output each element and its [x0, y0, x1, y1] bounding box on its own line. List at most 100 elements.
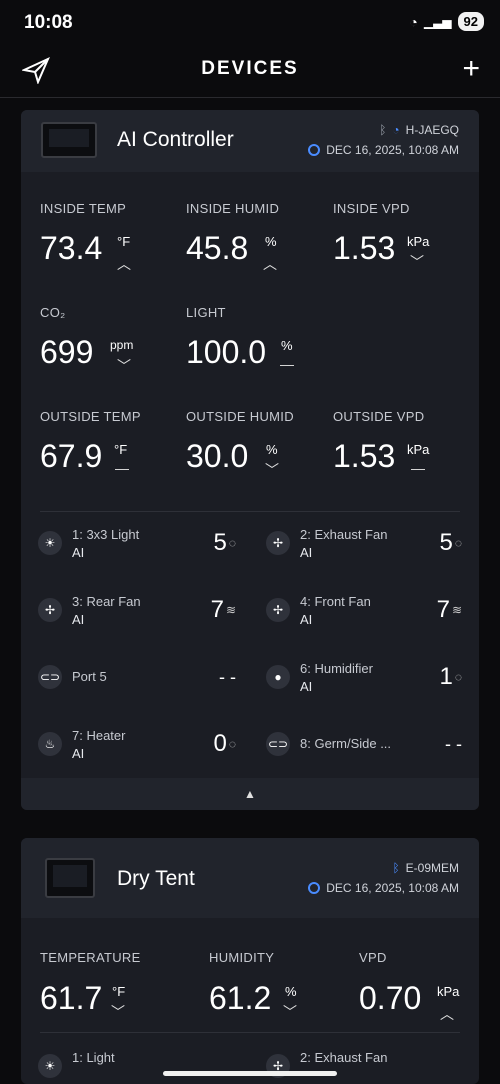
sensor-label: VPD	[359, 950, 387, 965]
status-icons: ◔ ▁▃▅ 92	[409, 12, 484, 31]
timestamp: DEC 16, 2025, 10:08 AM	[326, 881, 459, 895]
collapse-button[interactable]: ▲	[21, 778, 479, 810]
sensor-value: 61.7	[40, 980, 103, 1016]
port-row[interactable]: ✢ 2: Exhaust Fan AI 5 ◌	[266, 527, 462, 567]
sensor-unit: kPa	[407, 234, 430, 249]
page-title: DEVICES	[201, 58, 299, 79]
device-name: Dry Tent	[117, 867, 195, 890]
trend-up-icon: ︿	[117, 256, 131, 272]
level-indicator-icon: ◌	[454, 670, 462, 684]
trend-flat-icon: —	[280, 356, 294, 372]
fan-icon: ✢	[266, 598, 290, 622]
status-ring-icon	[308, 882, 321, 894]
fan-icon: ✢	[266, 531, 290, 555]
trend-flat-icon: —	[115, 460, 129, 476]
sensor-label: LIGHT	[186, 305, 226, 320]
sensor-unit: %	[281, 338, 293, 353]
bluetooth-icon: ᛒ	[379, 123, 387, 137]
fan-icon: ✢	[38, 598, 62, 622]
trend-up-icon: ︿	[440, 1006, 454, 1022]
port-row[interactable]: ✢ 4: Front Fan AI 7 ≋	[266, 594, 462, 634]
sensor-unit: %	[285, 984, 297, 999]
trend-down-icon: ﹀	[410, 254, 424, 270]
sensor-value: 699	[40, 334, 94, 370]
sensor-label: OUTSIDE HUMID	[186, 409, 294, 424]
sensor-label: INSIDE TEMP	[40, 201, 127, 216]
trend-flat-icon: —	[411, 460, 425, 476]
sensor-value: 45.8	[186, 230, 249, 266]
add-device-button[interactable]: +	[462, 52, 480, 86]
device-card-ai-controller[interactable]: AI Controller ᛒ ◔ H-JAEGQ DEC 16, 2025, …	[21, 110, 479, 810]
level-indicator-icon: ◌	[228, 536, 236, 550]
sensor-value: 1.53	[333, 438, 396, 474]
sensor-value: 61.2	[209, 980, 272, 1016]
sensor-unit: %	[265, 234, 277, 249]
sensor-value: 0.70	[359, 980, 422, 1016]
trend-down-icon: ﹀	[111, 1004, 125, 1020]
status-time: 10:08	[24, 12, 73, 33]
card-header: Dry Tent ᛒ E-09MEM DEC 16, 2025, 10:08 A…	[21, 838, 479, 918]
divider	[40, 511, 460, 512]
card-header: AI Controller ᛒ ◔ H-JAEGQ DEC 16, 2025, …	[21, 110, 479, 172]
sensor-value: 30.0	[186, 438, 249, 474]
sensor-value: 100.0	[186, 334, 267, 370]
trend-down-icon: ﹀	[117, 358, 131, 374]
light-icon: ☀	[38, 1054, 62, 1078]
link-icon: ⊂⊃	[38, 665, 62, 689]
port-row[interactable]: ✢ 3: Rear Fan AI 7 ≋	[38, 594, 236, 634]
network-name: H-JAEGQ	[405, 123, 459, 137]
device-image	[45, 858, 95, 898]
port-row[interactable]: ⊂⊃ Port 5 - -	[38, 661, 236, 701]
sensor-label: OUTSIDE TEMP	[40, 409, 141, 424]
device-name: AI Controller	[117, 128, 234, 151]
sensor-value: 67.9	[40, 438, 103, 474]
port-row[interactable]: ☀ 1: 3x3 Light AI 5 ◌	[38, 527, 236, 567]
port-row[interactable]: ⊂⊃ 8: Germ/Side ... - -	[266, 728, 462, 768]
divider	[40, 1032, 460, 1033]
sensor-label: CO₂	[40, 305, 66, 320]
droplet-icon: ●	[266, 665, 290, 689]
status-bar: 10:08 ◔ ▁▃▅ 92	[0, 0, 500, 46]
battery-indicator: 92	[457, 12, 484, 31]
sensor-unit: °F	[117, 234, 131, 249]
device-card-dry-tent[interactable]: Dry Tent ᛒ E-09MEM DEC 16, 2025, 10:08 A…	[21, 838, 479, 1084]
port-row[interactable]: ✢ 2: Exhaust Fan	[266, 1050, 462, 1084]
signal-icon: ▁▃▅	[423, 14, 452, 29]
sensor-unit: °F	[112, 984, 126, 999]
device-image	[41, 122, 97, 158]
link-icon: ⊂⊃	[266, 732, 290, 756]
light-icon: ☀	[38, 531, 62, 555]
trend-down-icon: ﹀	[283, 1004, 297, 1020]
device-meta: ᛒ E-09MEM DEC 16, 2025, 10:08 AM	[308, 858, 459, 898]
sensor-value: 1.53	[333, 230, 396, 266]
port-row[interactable]: ● 6: Humidifier AI 1 ◌	[266, 661, 462, 701]
sensor-label: TEMPERATURE	[40, 950, 141, 965]
wind-icon: ≋	[451, 603, 462, 617]
home-indicator[interactable]	[163, 1071, 337, 1076]
level-indicator-icon: ◌	[454, 536, 462, 550]
sensor-unit: %	[266, 442, 278, 457]
device-meta: ᛒ ◔ H-JAEGQ DEC 16, 2025, 10:08 AM	[308, 120, 459, 160]
sensor-unit: ppm	[110, 338, 134, 352]
wind-icon: ≋	[225, 603, 236, 617]
sensor-value: 73.4	[40, 230, 103, 266]
trend-up-icon: ︿	[263, 256, 277, 272]
chevron-up-icon: ▲	[244, 787, 256, 801]
network-name: E-09MEM	[405, 861, 459, 875]
port-row[interactable]: ♨ 7: Heater AI 0 ◌	[38, 728, 236, 768]
level-indicator-icon: ◌	[228, 737, 236, 751]
sensor-unit: °F	[114, 442, 128, 457]
wifi-icon: ◔	[392, 123, 400, 137]
sensor-label: INSIDE HUMID	[186, 201, 280, 216]
bluetooth-icon: ᛒ	[392, 861, 400, 875]
wifi-icon: ◔	[409, 13, 418, 30]
sensor-unit: kPa	[407, 442, 430, 457]
port-row[interactable]: ☀ 1: Light	[38, 1050, 236, 1084]
timestamp: DEC 16, 2025, 10:08 AM	[326, 143, 459, 157]
sensor-label: OUTSIDE VPD	[333, 409, 425, 424]
trend-down-icon: ﹀	[265, 462, 279, 478]
sensor-label: INSIDE VPD	[333, 201, 410, 216]
nav-bar: DEVICES +	[0, 46, 500, 98]
sensor-label: HUMIDITY	[209, 950, 275, 965]
status-ring-icon	[308, 144, 321, 156]
